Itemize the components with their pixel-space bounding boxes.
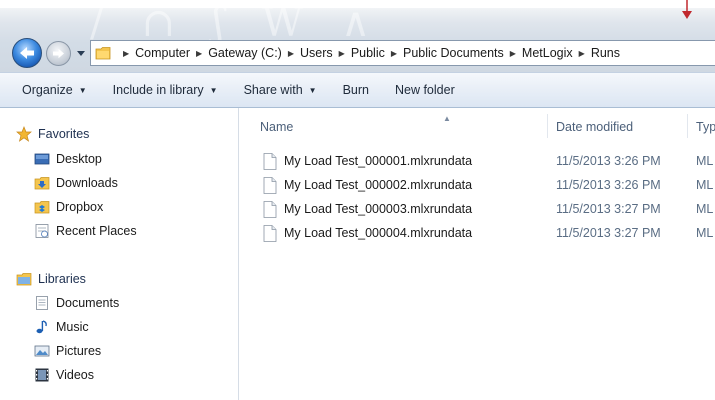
sidebar-item-label: Dropbox — [56, 200, 104, 214]
sidebar-item-documents[interactable]: Documents — [34, 295, 119, 311]
table-row[interactable]: My Load Test_000003.mlxrundata 11/5/2013… — [240, 197, 715, 221]
back-button[interactable] — [12, 38, 42, 68]
column-divider[interactable] — [687, 114, 688, 138]
file-date-modified: 11/5/2013 3:26 PM — [556, 178, 661, 192]
sidebar-item-label: Recent Places — [56, 224, 137, 238]
table-row[interactable]: My Load Test_000001.mlxrundata 11/5/2013… — [240, 149, 715, 173]
back-arrow-icon — [20, 47, 34, 59]
sidebar-item-label: Downloads — [56, 176, 118, 190]
breadcrumb-separator-icon[interactable]: ▶ — [579, 49, 585, 58]
sidebar-item-label: Videos — [56, 368, 94, 382]
breadcrumb-users[interactable]: Users — [300, 46, 333, 60]
favorites-label: Favorites — [38, 127, 90, 141]
document-file-icon — [263, 177, 277, 194]
file-type: ML — [696, 226, 714, 240]
sidebar-item-label: Desktop — [56, 152, 102, 166]
file-name: My Load Test_000002.mlxrundata — [284, 178, 473, 192]
breadcrumb-metlogix[interactable]: MetLogix — [522, 46, 573, 60]
new-folder-button[interactable]: New folder — [395, 83, 455, 97]
breadcrumb-computer[interactable]: Computer — [135, 46, 190, 60]
sidebar-item-label: Pictures — [56, 344, 102, 358]
file-date-modified: 11/5/2013 3:26 PM — [556, 154, 661, 168]
sidebar-item-label: Documents — [56, 296, 120, 310]
libraries-icon — [16, 273, 32, 286]
recent-places-icon — [35, 224, 49, 238]
music-icon — [36, 320, 47, 334]
file-date-modified: 11/5/2013 3:27 PM — [556, 202, 661, 216]
burn-button[interactable]: Burn — [343, 83, 369, 97]
breadcrumb-separator-icon[interactable]: ▶ — [196, 49, 202, 58]
share-with-button[interactable]: Share with ▼ — [244, 83, 317, 97]
star-icon — [16, 126, 32, 142]
document-file-icon — [263, 225, 277, 242]
organize-button[interactable]: Organize ▼ — [22, 83, 87, 97]
recent-pages-dropdown[interactable] — [76, 48, 86, 58]
document-file-icon — [263, 201, 277, 218]
sidebar-favorites-header[interactable]: Favorites — [16, 126, 89, 142]
desktop-icon — [34, 153, 50, 165]
sidebar-item-desktop[interactable]: Desktop — [34, 151, 102, 167]
chevron-down-icon: ▼ — [308, 85, 317, 95]
breadcrumb-public-documents[interactable]: Public Documents — [403, 46, 504, 60]
videos-icon — [35, 368, 49, 382]
documents-icon — [36, 296, 48, 310]
sort-ascending-icon: ▲ — [443, 114, 451, 123]
include-in-library-label: Include in library — [112, 83, 204, 97]
breadcrumb-separator-icon[interactable]: ▶ — [288, 49, 294, 58]
file-name: My Load Test_000001.mlxrundata — [284, 154, 473, 168]
new-folder-label: New folder — [394, 83, 455, 97]
file-type: ML — [696, 202, 714, 216]
file-name: My Load Test_000003.mlxrundata — [284, 202, 473, 216]
share-with-label: Share with — [243, 83, 303, 97]
sidebar-item-label: Music — [56, 320, 89, 334]
downloads-icon — [34, 177, 50, 190]
glass-background-art: /∩ʃW∧ — [90, 0, 409, 46]
dropbox-icon — [34, 201, 50, 214]
breadcrumb-separator-icon[interactable]: ▶ — [391, 49, 397, 58]
breadcrumb-separator-icon[interactable]: ▶ — [510, 49, 516, 58]
sidebar-item-music[interactable]: Music — [34, 319, 89, 335]
file-name: My Load Test_000004.mlxrundata — [284, 226, 473, 240]
forward-arrow-icon — [53, 48, 64, 59]
sidebar-libraries-header[interactable]: Libraries — [16, 271, 86, 287]
organize-label: Organize — [22, 83, 73, 97]
burn-label: Burn — [342, 83, 369, 97]
sidebar-item-downloads[interactable]: Downloads — [34, 175, 118, 191]
sidebar-item-videos[interactable]: Videos — [34, 367, 94, 383]
document-file-icon — [263, 153, 277, 170]
breadcrumb-public[interactable]: Public — [351, 46, 385, 60]
chevron-down-icon: ▼ — [78, 85, 87, 95]
annotation-arrow-icon — [682, 0, 692, 19]
chevron-down-icon: ▼ — [209, 85, 218, 95]
table-row[interactable]: My Load Test_000004.mlxrundata 11/5/2013… — [240, 221, 715, 245]
breadcrumb-separator-icon[interactable]: ▶ — [339, 49, 345, 58]
address-bar[interactable]: ▶ Computer ▶ Gateway (C:) ▶ Users ▶ Publ… — [90, 40, 715, 66]
sidebar-item-recent-places[interactable]: Recent Places — [34, 223, 137, 239]
sidebar-item-pictures[interactable]: Pictures — [34, 343, 101, 359]
forward-button[interactable] — [46, 41, 71, 66]
column-header-type[interactable]: Typ — [696, 114, 715, 140]
folder-icon — [95, 47, 111, 60]
table-row[interactable]: My Load Test_000002.mlxrundata 11/5/2013… — [240, 173, 715, 197]
pictures-icon — [34, 345, 50, 357]
file-list-pane: ▲ Name Date modified Typ My Load Test_00… — [240, 108, 715, 400]
column-header-date-modified[interactable]: Date modified — [556, 114, 633, 140]
window-title-area: /∩ʃW∧ ▶ Computer ▶ Gateway (C:) ▶ Users … — [0, 0, 715, 72]
breadcrumb-separator-icon[interactable]: ▶ — [123, 49, 129, 58]
column-divider[interactable] — [547, 114, 548, 138]
command-bar: Organize ▼ Include in library ▼ Share wi… — [0, 72, 715, 108]
file-date-modified: 11/5/2013 3:27 PM — [556, 226, 661, 240]
column-header-name[interactable]: Name — [260, 114, 293, 140]
libraries-label: Libraries — [38, 272, 86, 286]
sidebar-item-dropbox[interactable]: Dropbox — [34, 199, 103, 215]
breadcrumb-drive[interactable]: Gateway (C:) — [208, 46, 282, 60]
include-in-library-button[interactable]: Include in library ▼ — [113, 83, 218, 97]
file-type: ML — [696, 178, 714, 192]
navigation-pane: Favorites Desktop Downloads Dropbox Rece… — [0, 108, 239, 400]
breadcrumb-runs[interactable]: Runs — [591, 46, 620, 60]
file-type: ML — [696, 154, 714, 168]
